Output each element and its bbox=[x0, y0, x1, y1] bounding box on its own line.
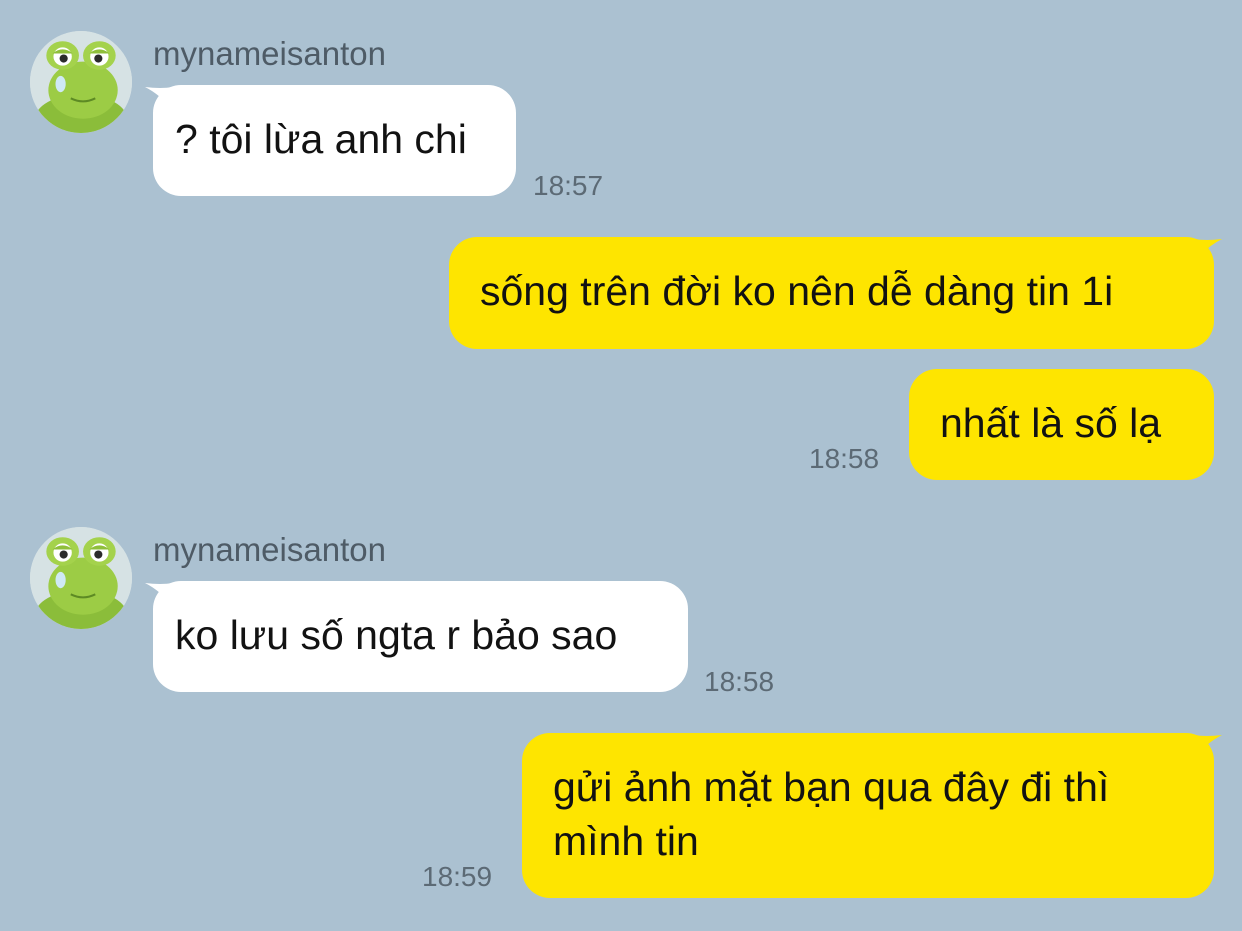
chat-thread[interactable]: mynameisanton ? tôi lừa anh chi 18:57 số… bbox=[0, 0, 1242, 931]
message-bubble-incoming[interactable]: ko lưu số ngta r bảo sao bbox=[153, 581, 688, 692]
message-text: ? tôi lừa anh chi bbox=[175, 116, 467, 162]
message-bubble-outgoing[interactable]: nhất là số lạ bbox=[909, 369, 1214, 480]
message-text: sống trên đời ko nên dễ dàng tin 1i bbox=[480, 268, 1114, 314]
message-timestamp: 18:59 bbox=[422, 861, 493, 892]
message-text: nhất là số lạ bbox=[940, 400, 1162, 446]
message-text: gửi ảnh mặt bạn qua đây đi thì mình tin bbox=[553, 764, 1110, 864]
sender-avatar[interactable] bbox=[30, 31, 132, 133]
sender-name: mynameisanton bbox=[153, 35, 386, 72]
bubble-tail bbox=[1194, 735, 1222, 759]
message-timestamp: 18:58 bbox=[704, 666, 775, 697]
sender-avatar[interactable] bbox=[30, 527, 132, 629]
message-text: ko lưu số ngta r bảo sao bbox=[175, 612, 618, 658]
frog-avatar-icon bbox=[30, 527, 132, 629]
message-bubble-incoming[interactable]: ? tôi lừa anh chi bbox=[153, 85, 516, 196]
message-timestamp: 18:57 bbox=[533, 170, 604, 201]
message-timestamp: 18:58 bbox=[809, 443, 880, 474]
bubble-tail bbox=[145, 87, 173, 111]
frog-avatar-icon bbox=[30, 31, 132, 133]
bubble-tail bbox=[145, 583, 173, 607]
message-bubble-outgoing[interactable]: sống trên đời ko nên dễ dàng tin 1i bbox=[449, 237, 1214, 349]
bubble-tail bbox=[1194, 239, 1222, 263]
sender-name: mynameisanton bbox=[153, 531, 386, 568]
message-bubble-outgoing[interactable]: gửi ảnh mặt bạn qua đây đi thì mình tin bbox=[522, 733, 1214, 898]
